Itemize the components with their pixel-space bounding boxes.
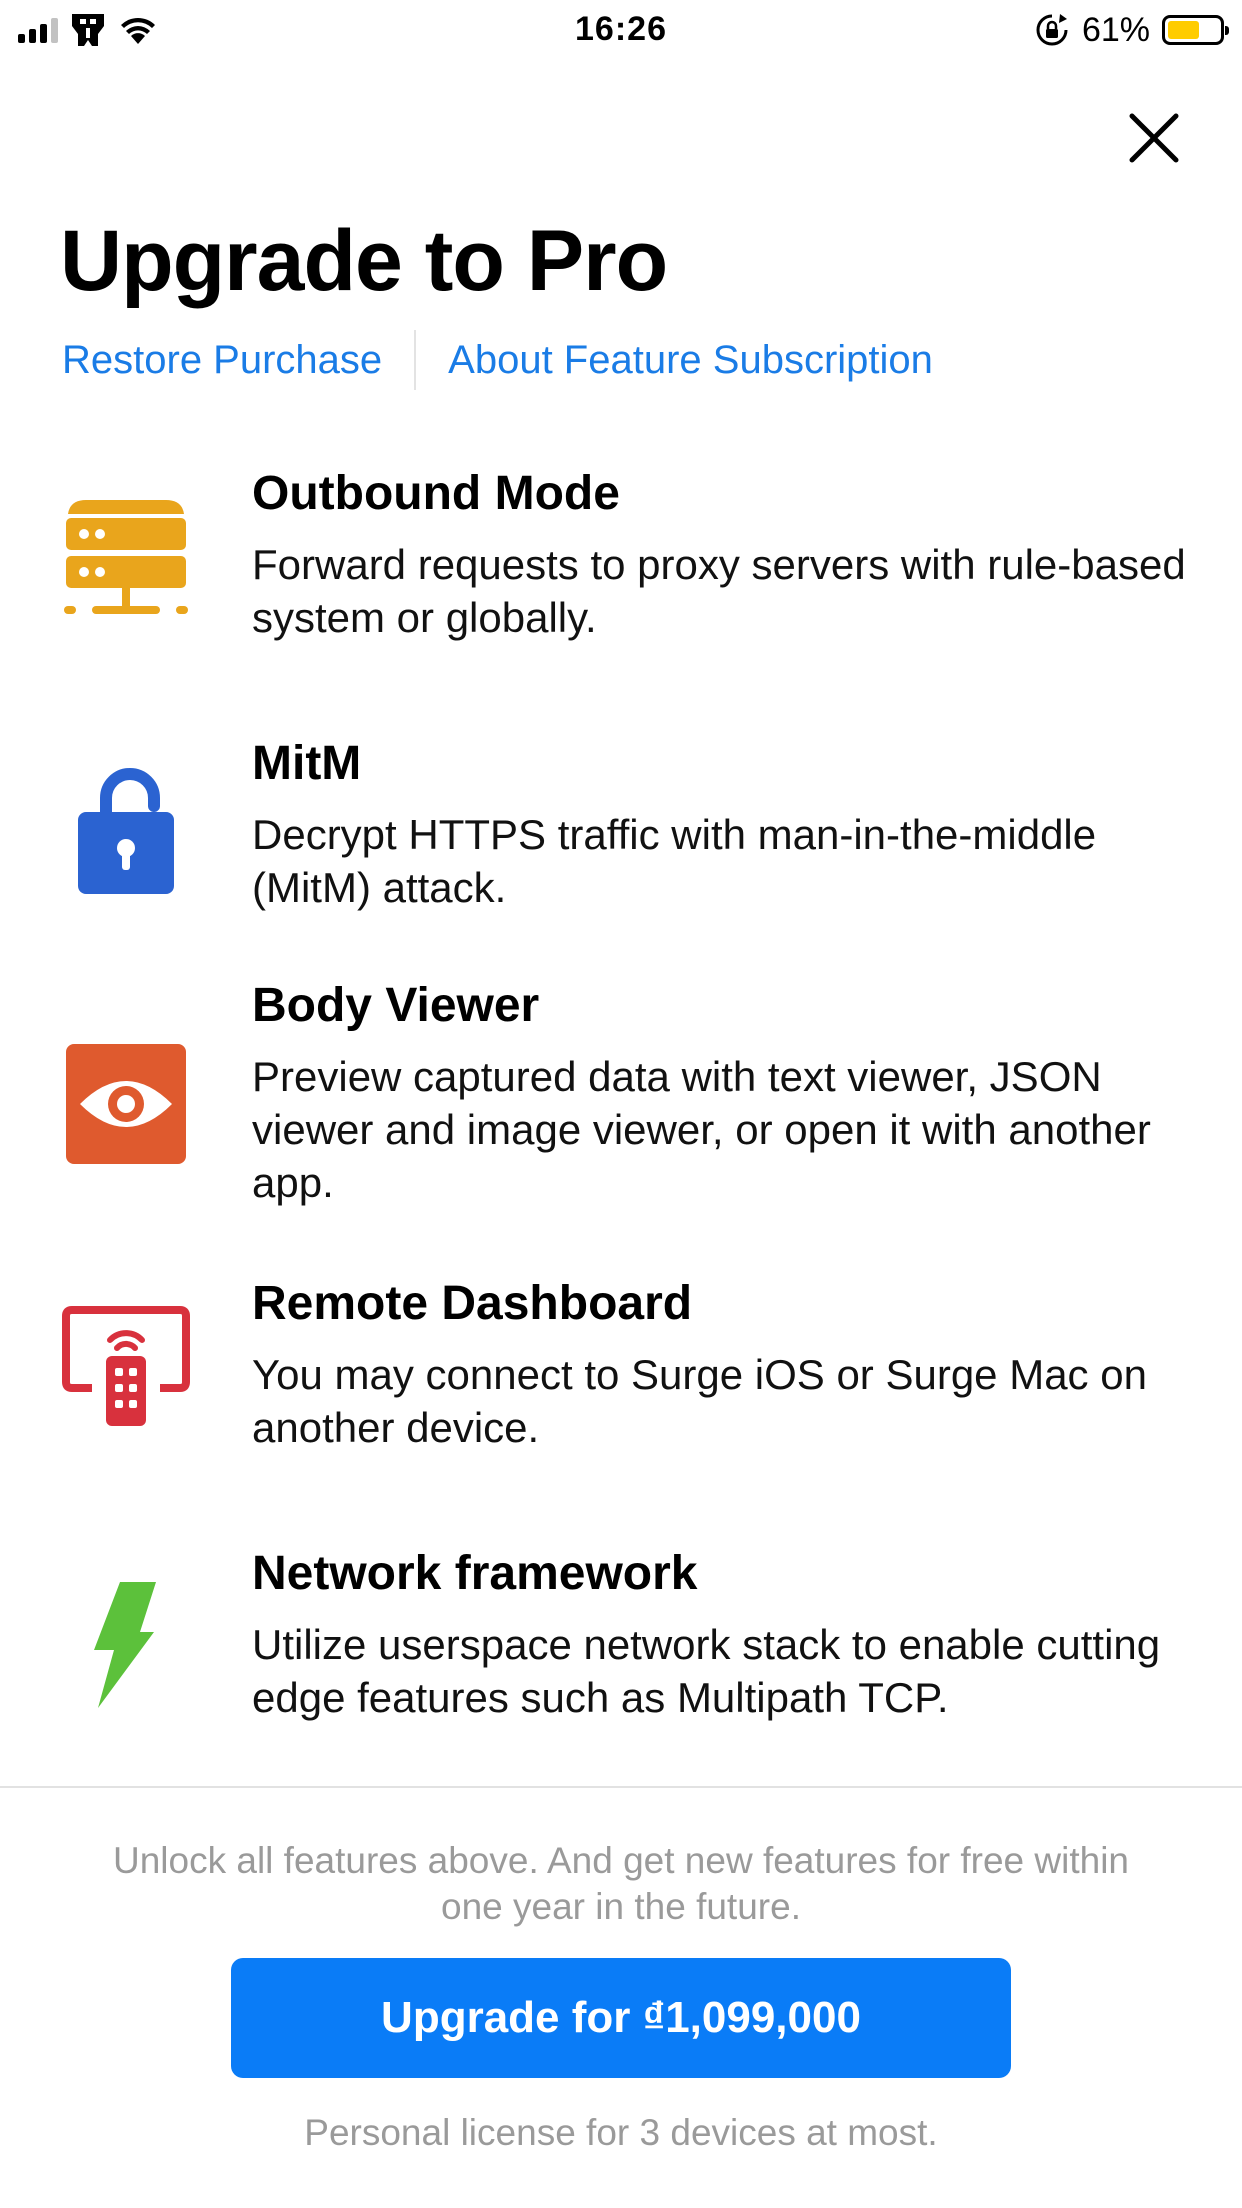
battery-percentage: 61% — [1081, 10, 1150, 49]
feature-network-framework: Network framework Utilize userspace netw… — [0, 1546, 1242, 1746]
upgrade-button[interactable]: Upgrade for ₫1,099,000 — [231, 1958, 1011, 2078]
feature-description: Decrypt HTTPS traffic with man-in-the-mi… — [252, 811, 1097, 911]
feature-title: Body Viewer — [252, 979, 540, 1032]
feature-description: Forward requests to proxy servers with r… — [252, 541, 1186, 641]
page-title: Upgrade to Pro — [60, 213, 668, 309]
battery-level-fill — [1168, 21, 1199, 39]
feature-description: Utilize userspace network stack to enabl… — [252, 1621, 1161, 1721]
close-icon[interactable] — [1122, 106, 1186, 170]
feature-mitm: MitM Decrypt HTTPS traffic with man-in-t… — [0, 736, 1242, 936]
battery-icon — [1162, 15, 1229, 45]
feature-outbound-mode: Outbound Mode Forward requests to proxy … — [0, 466, 1242, 666]
lock-icon — [78, 768, 174, 894]
feature-title: MitM — [252, 737, 362, 790]
orientation-lock-icon — [1036, 14, 1068, 46]
license-note: Personal license for 3 devices at most. — [304, 2112, 938, 2153]
feature-description: You may connect to Surge iOS or Surge Ma… — [252, 1351, 1147, 1451]
status-bar-right: 61% — [1034, 8, 1229, 52]
feature-title: Outbound Mode — [252, 467, 620, 520]
feature-description: Preview captured data with text viewer, … — [252, 1053, 1151, 1206]
unlock-description: Unlock all features above. And get new f… — [112, 1840, 1130, 1927]
link-divider — [414, 330, 417, 390]
server-icon — [64, 500, 188, 614]
feature-body-viewer: Body Viewer Preview captured data with t… — [0, 978, 1242, 1228]
lightning-bolt-icon — [94, 1582, 156, 1708]
feature-title: Network framework — [252, 1547, 698, 1600]
header-links: Restore Purchase About Feature Subscript… — [62, 330, 933, 390]
restore-purchase-link[interactable]: Restore Purchase — [62, 338, 382, 383]
status-bar: 16:26 61% — [0, 0, 1242, 62]
remote-dashboard-icon — [62, 1306, 190, 1426]
feature-remote-dashboard: Remote Dashboard You may connect to Surg… — [0, 1276, 1242, 1476]
footer-divider — [0, 1786, 1242, 1788]
about-subscription-link[interactable]: About Feature Subscription — [448, 338, 933, 383]
eye-icon — [66, 1044, 186, 1164]
feature-title: Remote Dashboard — [252, 1277, 693, 1330]
